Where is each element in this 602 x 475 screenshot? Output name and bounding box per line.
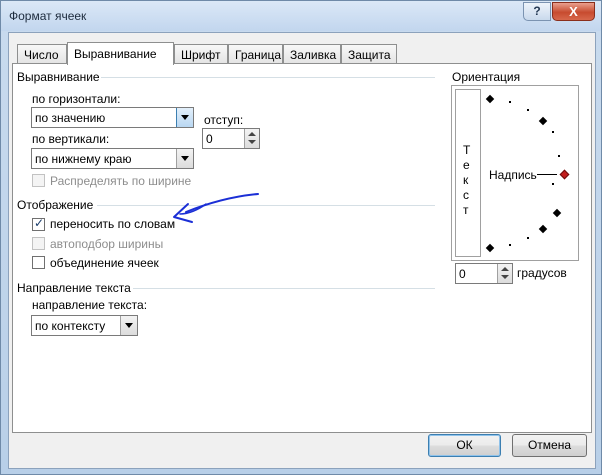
orientation-mark[interactable] — [558, 155, 560, 157]
vertical-text-char: к — [463, 173, 469, 187]
chevron-down-icon[interactable] — [176, 149, 193, 168]
chevron-down-icon[interactable] — [120, 316, 137, 335]
direction-divider — [133, 288, 435, 289]
alignment-divider — [101, 77, 435, 78]
tab-alignment[interactable]: Выравнивание — [67, 42, 174, 65]
display-group-title: Отображение — [17, 198, 94, 212]
chevron-down-icon[interactable] — [176, 108, 193, 127]
distribute-checkbox[interactable] — [32, 174, 45, 187]
tab-font[interactable]: Шрифт — [174, 44, 228, 64]
direction-combo[interactable]: по контексту — [31, 315, 138, 336]
merge-label: объединение ячеек — [50, 256, 159, 270]
orientation-mark[interactable] — [552, 183, 554, 185]
title-bar: Формат ячеек ? X — [1, 1, 601, 31]
orientation-inscription: Надпись — [489, 168, 537, 182]
vertical-combo[interactable]: по нижнему краю — [31, 148, 194, 169]
spin-up-icon[interactable] — [501, 267, 509, 271]
vertical-text-char: Т — [463, 143, 471, 157]
direction-group-title: Направление текста — [17, 281, 131, 295]
cancel-button[interactable]: Отмена — [512, 434, 587, 457]
direction-value: по контексту — [35, 319, 106, 333]
wrap-text-label: переносить по словам — [50, 217, 176, 231]
tab-border[interactable]: Граница — [228, 44, 283, 64]
orientation-needle — [537, 174, 557, 175]
window-title: Формат ячеек — [9, 9, 87, 23]
annotation-arrow-icon — [173, 193, 259, 223]
indent-value: 0 — [206, 132, 213, 146]
vertical-text-char: е — [463, 158, 470, 172]
indent-spinner[interactable]: 0 — [202, 128, 260, 149]
direction-label: направление текста: — [32, 298, 148, 312]
vertical-label: по вертикали: — [32, 132, 110, 146]
orientation-group-title: Ориентация — [452, 70, 521, 84]
display-divider — [97, 205, 435, 206]
vertical-value: по нижнему краю — [35, 152, 132, 166]
indent-label: отступ: — [204, 113, 244, 127]
close-button[interactable]: X — [552, 2, 595, 21]
merge-checkbox[interactable] — [32, 256, 45, 269]
tab-number[interactable]: Число — [17, 44, 67, 64]
shrink-checkbox[interactable] — [32, 237, 45, 250]
spinner-buttons[interactable] — [244, 129, 259, 148]
degrees-value: 0 — [459, 267, 466, 281]
shrink-label: автоподбор ширины — [50, 237, 164, 251]
help-button[interactable]: ? — [523, 2, 551, 21]
spin-down-icon[interactable] — [248, 140, 256, 144]
spinner-buttons[interactable] — [497, 264, 512, 283]
degrees-label: градусов — [517, 266, 567, 280]
spin-up-icon[interactable] — [248, 132, 256, 136]
tab-protection[interactable]: Защита — [341, 44, 397, 64]
orientation-mark[interactable] — [552, 131, 554, 133]
orientation-mark[interactable] — [509, 101, 511, 103]
horizontal-label: по горизонтали: — [32, 92, 121, 106]
horizontal-value: по значению — [35, 111, 106, 125]
tab-fill[interactable]: Заливка — [283, 44, 341, 64]
vertical-text-char: т — [463, 203, 469, 217]
alignment-group-title: Выравнивание — [17, 70, 100, 84]
degrees-spinner[interactable]: 0 — [455, 263, 513, 284]
spin-down-icon[interactable] — [501, 275, 509, 279]
wrap-text-checkbox[interactable] — [32, 216, 45, 231]
orientation-mark[interactable] — [509, 244, 511, 246]
format-cells-dialog: Формат ячеек ? X Число Выравнивание Шриф… — [0, 0, 602, 475]
horizontal-combo[interactable]: по значению — [31, 107, 194, 128]
vertical-text-char: с — [463, 188, 469, 202]
orientation-mark[interactable] — [527, 237, 529, 239]
ok-button[interactable]: ОК — [428, 434, 501, 457]
orientation-mark[interactable] — [527, 109, 529, 111]
